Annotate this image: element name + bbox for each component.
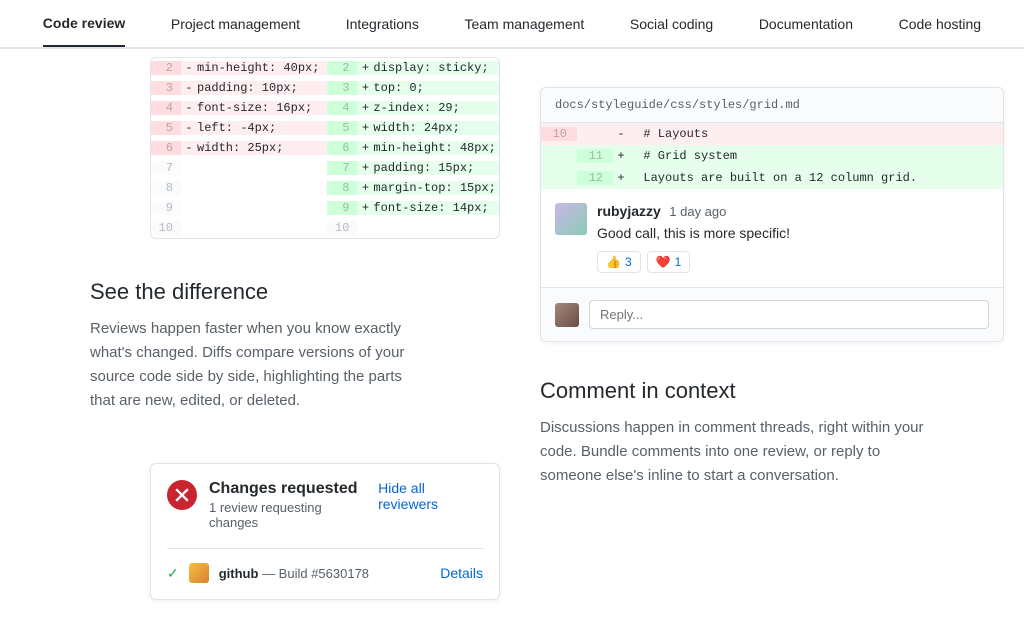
inline-comment-card: docs/styleguide/css/styles/grid.md 10- #…	[540, 87, 1004, 342]
diff-line: 8	[151, 178, 327, 198]
inline-diff-line: 12+ Layouts are built on a 12 column gri…	[541, 167, 1003, 189]
nav-tab[interactable]: Code hosting	[899, 2, 982, 46]
diff-line: 7	[151, 158, 327, 178]
comment-author: rubyjazzy	[597, 203, 661, 219]
see-difference-heading: See the difference	[90, 279, 430, 305]
check-icon: ✓	[167, 565, 179, 582]
reaction-thumbs-up[interactable]: 👍 3	[597, 251, 641, 273]
inline-diff-line: 10- # Layouts	[541, 123, 1003, 145]
nav-tab[interactable]: Project management	[171, 2, 300, 46]
diff-line: 8+margin-top: 15px;	[327, 178, 500, 198]
hide-reviewers-link[interactable]: Hide all reviewers	[378, 480, 483, 512]
diff-line: 10	[151, 218, 327, 238]
diff-line: 6-width: 25px;	[151, 138, 327, 158]
bot-avatar	[189, 563, 209, 583]
build-id: — Build #5630178	[258, 566, 369, 581]
diff-line: 9	[151, 198, 327, 218]
build-bot-name: github	[219, 566, 259, 581]
diff-line: 2-min-height: 40px;	[151, 58, 327, 78]
diff-line: 7+padding: 15px;	[327, 158, 500, 178]
nav-tab[interactable]: Integrations	[346, 2, 419, 46]
changes-requested-icon	[167, 480, 197, 510]
commenter-avatar	[555, 203, 587, 235]
diff-line: 9+font-size: 14px;	[327, 198, 500, 218]
inline-diff-line: 11+ # Grid system	[541, 145, 1003, 167]
diff-side-new: 2+display: sticky;3+top: 0;4+z-index: 29…	[327, 58, 500, 238]
nav-tab[interactable]: Documentation	[759, 2, 853, 46]
comment-context-heading: Comment in context	[540, 378, 1004, 404]
diff-line: 2+display: sticky;	[327, 58, 500, 78]
diff-line: 4-font-size: 16px;	[151, 98, 327, 118]
comment-context-text: Discussions happen in comment threads, r…	[540, 416, 940, 488]
build-status-row: ✓ github — Build #5630178 Details	[167, 548, 483, 583]
current-user-avatar	[555, 303, 579, 327]
diff-line: 5-left: -4px;	[151, 118, 327, 138]
diff-side-old: 2-min-height: 40px;3-padding: 10px;4-fon…	[151, 58, 327, 238]
nav-tab[interactable]: Social coding	[630, 2, 713, 46]
diff-line: 3+top: 0;	[327, 78, 500, 98]
see-difference-text: Reviews happen faster when you know exac…	[90, 317, 430, 413]
thumbs-up-icon: 👍	[606, 255, 621, 269]
diff-line: 4+z-index: 29;	[327, 98, 500, 118]
diff-panel: 2-min-height: 40px;3-padding: 10px;4-fon…	[150, 57, 500, 239]
reaction-heart[interactable]: ❤️ 1	[647, 251, 691, 273]
reaction-count: 3	[625, 255, 632, 269]
comment-text: Good call, this is more specific!	[597, 225, 989, 241]
merge-status-card: Changes requested 1 review requesting ch…	[150, 463, 500, 600]
diff-line: 6+min-height: 48px;	[327, 138, 500, 158]
diff-line: 5+width: 24px;	[327, 118, 500, 138]
heart-icon: ❤️	[656, 255, 671, 269]
build-details-link[interactable]: Details	[440, 565, 483, 581]
merge-status-title: Changes requested	[209, 480, 366, 498]
diff-line: 10	[327, 218, 500, 238]
nav-tab[interactable]: Code review	[43, 1, 125, 47]
nav-tab[interactable]: Team management	[464, 2, 584, 46]
inline-diff: 10- # Layouts11+ # Grid system12+ Layout…	[541, 123, 1003, 189]
comment-time: 1 day ago	[669, 204, 726, 219]
reply-input[interactable]	[589, 300, 989, 329]
file-path: docs/styleguide/css/styles/grid.md	[541, 88, 1003, 123]
reaction-count: 1	[675, 255, 682, 269]
primary-nav: Code review Project management Integration…	[0, 0, 1024, 48]
diff-line: 3-padding: 10px;	[151, 78, 327, 98]
